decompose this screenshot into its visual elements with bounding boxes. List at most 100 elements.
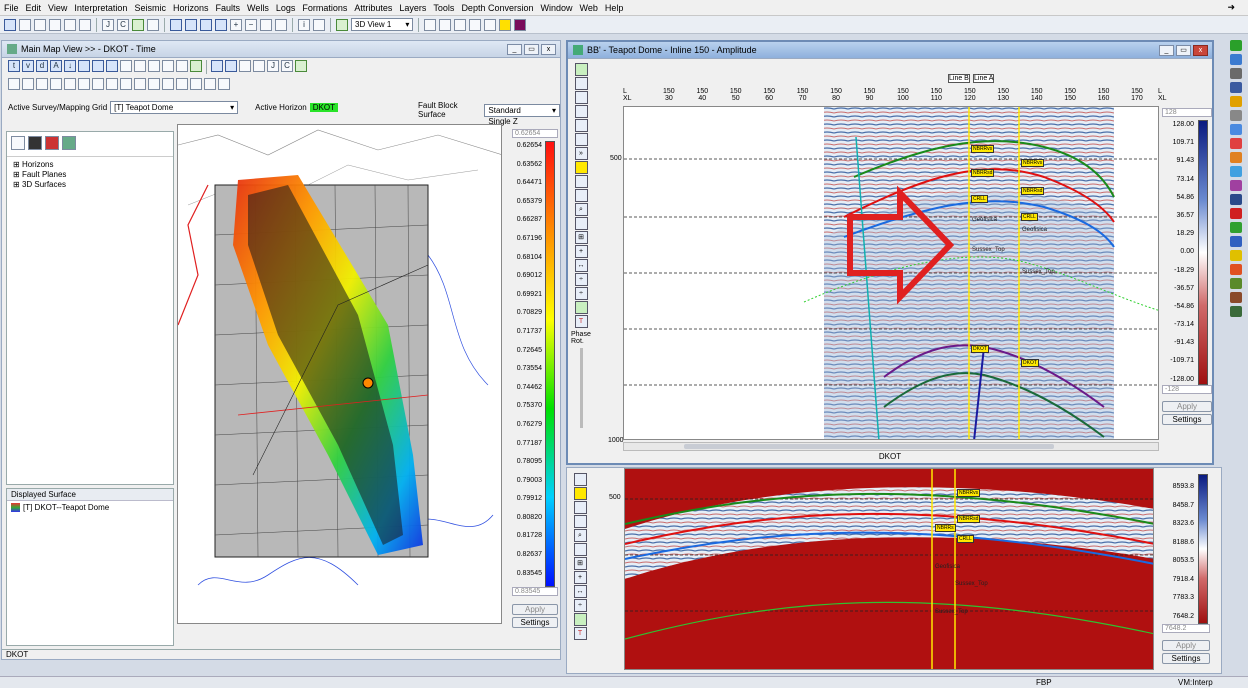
layer-d-icon[interactable]	[62, 136, 76, 150]
info-icon[interactable]: i	[298, 18, 310, 31]
surface-icon[interactable]	[190, 60, 202, 72]
table-icon[interactable]	[215, 18, 227, 31]
seismic-hscrollbar[interactable]	[623, 442, 1159, 451]
seis-tool-18-icon[interactable]	[574, 301, 588, 314]
lower-marker-nbrrsd[interactable]: NBRRsd	[957, 515, 981, 523]
draw-4-icon[interactable]	[50, 78, 62, 90]
lower-settings-button[interactable]: Settings	[1162, 653, 1210, 664]
draw-1-icon[interactable]	[8, 78, 20, 90]
draw-15-icon[interactable]	[204, 78, 216, 90]
exit-icon[interactable]: ➜	[1227, 2, 1235, 13]
layout-1-icon[interactable]	[211, 60, 223, 72]
zoom-out-icon[interactable]: −	[245, 18, 257, 31]
layer-a-icon[interactable]	[11, 136, 25, 150]
draw-13-icon[interactable]	[176, 78, 188, 90]
seismic-minimize-button[interactable]: _	[1159, 44, 1174, 56]
right-tool-19-icon[interactable]	[1230, 292, 1242, 303]
menu-attributes[interactable]: Attributes	[354, 3, 392, 13]
tools-icon[interactable]	[313, 18, 325, 31]
right-tool-11-icon[interactable]	[1230, 180, 1242, 191]
td-icon[interactable]: T	[574, 315, 588, 328]
seis-tool-2-icon[interactable]	[574, 77, 588, 90]
map-settings-button[interactable]: Settings	[512, 617, 558, 628]
displayed-surface-item[interactable]: [T] DKOT--Teapot Dome	[7, 501, 173, 514]
seis-settings-button[interactable]: Settings	[1162, 414, 1212, 425]
line-tool-icon[interactable]	[424, 18, 437, 31]
globe-icon[interactable]	[1230, 54, 1242, 65]
phase-slider[interactable]	[579, 348, 583, 428]
minimize-button[interactable]: _	[507, 43, 522, 55]
color-icon[interactable]	[514, 18, 527, 31]
seis-tool-12-icon[interactable]	[574, 217, 588, 230]
well-map-icon[interactable]	[295, 60, 307, 72]
seis-tool-3-icon[interactable]	[574, 91, 588, 104]
draw-14-icon[interactable]	[190, 78, 202, 90]
polygon-icon[interactable]	[469, 18, 482, 31]
marker-nbrrsd-2[interactable]: NBRRsd	[1021, 187, 1045, 195]
menu-horizons[interactable]: Horizons	[173, 3, 209, 13]
flag-icon[interactable]	[484, 18, 497, 31]
c-icon[interactable]: C	[117, 18, 129, 31]
marker-crll-1[interactable]: CRLL	[971, 195, 988, 203]
open-icon[interactable]	[19, 18, 31, 31]
seis-apply-button[interactable]: Apply	[1162, 401, 1212, 412]
map-apply-button[interactable]: Apply	[512, 604, 558, 615]
lower-tool-2-icon[interactable]	[573, 487, 587, 500]
a-icon[interactable]: A	[50, 60, 62, 72]
seismic-close-button[interactable]: x	[1193, 44, 1208, 56]
section-view-icon[interactable]	[200, 18, 212, 31]
new-icon[interactable]	[4, 18, 16, 31]
zoom-extent-icon[interactable]	[260, 18, 272, 31]
restore-button[interactable]: ▭	[524, 43, 539, 55]
menu-logs[interactable]: Logs	[276, 3, 296, 13]
lower-tool-11-icon[interactable]	[573, 613, 587, 626]
lower-tool-4-icon[interactable]	[573, 515, 587, 528]
right-tool-10-icon[interactable]	[1230, 166, 1242, 177]
layer-icon[interactable]	[106, 60, 118, 72]
highlight-icon[interactable]	[499, 18, 512, 31]
tree-item-horizons[interactable]: ⊞ Horizons	[13, 160, 167, 170]
seis-tool-7-icon[interactable]: »	[574, 147, 588, 160]
lower-marker-nbrrvs[interactable]: NBRRvs	[957, 489, 981, 497]
paste-icon[interactable]	[79, 18, 91, 31]
layout-2-icon[interactable]	[225, 60, 237, 72]
seis-tool-6-icon[interactable]	[574, 133, 588, 146]
right-tool-6-icon[interactable]	[1230, 110, 1242, 121]
lower-marker-nbrrs[interactable]: NBRRs	[935, 524, 956, 532]
scroll-thumb[interactable]	[684, 444, 1054, 449]
seis-tool-4-icon[interactable]	[574, 105, 588, 118]
right-tool-17-icon[interactable]	[1230, 264, 1242, 275]
draw-5-icon[interactable]	[64, 78, 76, 90]
menu-depth-conversion[interactable]: Depth Conversion	[461, 3, 533, 13]
seis-tool-14-icon[interactable]: +	[574, 245, 588, 258]
tree-item-3d-surfaces[interactable]: ⊞ 3D Surfaces	[13, 180, 167, 190]
marker-crll-2[interactable]: CRLL	[1021, 213, 1038, 221]
layer-b-icon[interactable]	[28, 136, 42, 150]
lower-marker-crll[interactable]: CRLL	[957, 535, 974, 543]
t-icon[interactable]: t	[8, 60, 20, 72]
right-tool-20-icon[interactable]	[1230, 306, 1242, 317]
draw-9-icon[interactable]	[120, 78, 132, 90]
close-button[interactable]: x	[541, 43, 556, 55]
lower-tool-10-icon[interactable]: ÷	[573, 599, 587, 612]
menu-web[interactable]: Web	[580, 3, 598, 13]
lower-tool-8-icon[interactable]: +	[573, 571, 587, 584]
map-colorbar-bottom-box[interactable]: 0.83545	[512, 587, 558, 596]
d-icon[interactable]: d	[36, 60, 48, 72]
menu-seismic[interactable]: Seismic	[134, 3, 166, 13]
draw-8-icon[interactable]	[106, 78, 118, 90]
draw-2-icon[interactable]	[22, 78, 34, 90]
down-arrow-icon[interactable]: ↓	[64, 60, 76, 72]
menu-wells[interactable]: Wells	[247, 3, 269, 13]
nav-icon[interactable]	[176, 60, 188, 72]
lower-tool-1-icon[interactable]	[573, 473, 587, 486]
menu-file[interactable]: File	[4, 3, 19, 13]
marker-nbrrvs-1[interactable]: NBRRvs	[971, 145, 995, 153]
right-tool-16-icon[interactable]	[1230, 250, 1242, 261]
right-tool-18-icon[interactable]	[1230, 278, 1242, 289]
seis-icon[interactable]	[92, 60, 104, 72]
right-tool-15-icon[interactable]	[1230, 236, 1242, 247]
marker-nbrrsd-1[interactable]: NBRRsd	[971, 169, 995, 177]
seis-tool-17-icon[interactable]: ÷	[574, 287, 588, 300]
grid-icon[interactable]	[78, 60, 90, 72]
